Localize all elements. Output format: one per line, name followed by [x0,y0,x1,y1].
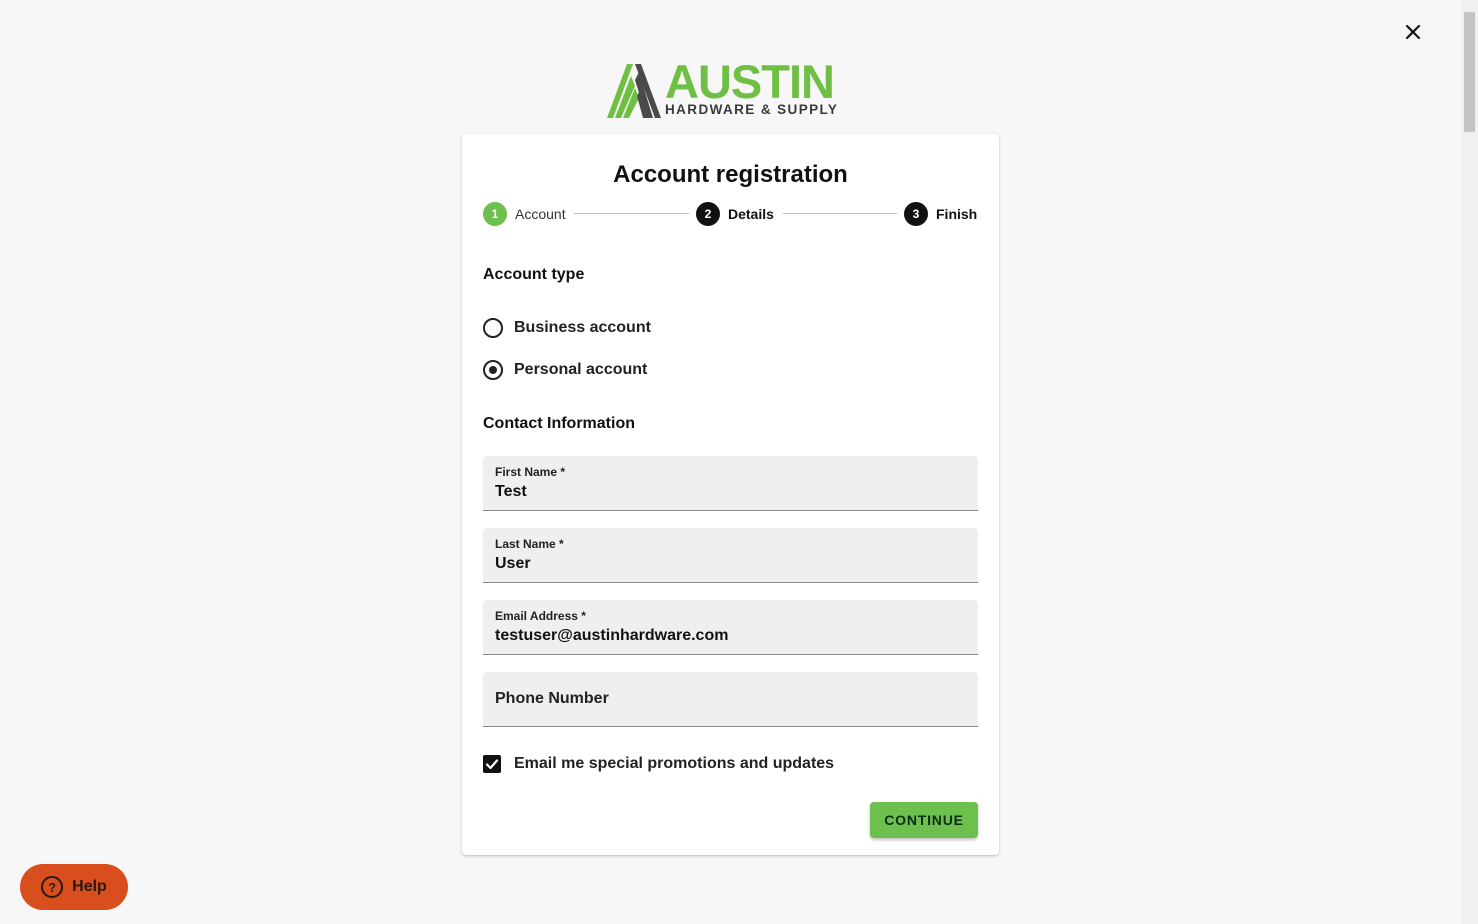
phone-number-placeholder[interactable]: Phone Number [495,690,609,708]
step-3-badge: 3 [904,202,928,226]
personal-account-option[interactable]: Personal account [483,360,647,380]
radio-button[interactable] [483,318,503,338]
phone-number-field[interactable]: Phone Number [483,672,978,727]
step-1-badge: 1 [483,202,507,226]
checkmark-icon [485,759,499,770]
logo-brand-text: AUSTIN [665,55,835,108]
first-name-field[interactable]: First Name * Test [483,456,978,511]
field-label: Last Name * [495,537,564,551]
contact-information-heading: Contact Information [483,415,635,432]
step-2-badge: 2 [696,202,720,226]
scrollbar-thumb[interactable] [1464,12,1475,132]
step-connector [574,213,689,214]
radio-label: Business account [514,319,651,336]
field-label: First Name * [495,465,566,479]
radio-button-selected[interactable] [483,360,503,380]
account-type-heading: Account type [483,266,585,283]
step-connector [783,213,897,214]
first-name-value[interactable]: Test [495,483,527,501]
logo-tagline: HARDWARE & SUPPLY [665,102,839,117]
page-scrollbar[interactable] [1461,0,1478,924]
continue-button[interactable]: CONTINUE [870,802,978,838]
austin-hardware-logo: AUSTIN HARDWARE & SUPPLY [605,58,857,122]
email-value[interactable]: testuser@austinhardware.com [495,627,728,645]
logo-mark-icon [607,64,661,118]
email-field[interactable]: Email Address * testuser@austinhardware.… [483,600,978,655]
last-name-field[interactable]: Last Name * User [483,528,978,583]
step-3-label: Finish [936,206,978,222]
business-account-option[interactable]: Business account [483,318,651,338]
page-title: Account registration [613,161,848,188]
step-1-label: Account [515,206,566,222]
help-label: Help [72,878,107,895]
last-name-value[interactable]: User [495,555,531,573]
registration-card: Account registration 1 Account 2 Details… [462,134,999,855]
radio-label: Personal account [514,361,648,378]
promotions-checkbox-row[interactable]: Email me special promotions and updates [483,755,834,773]
step-2-label: Details [728,206,774,222]
registration-stepper: 1 Account 2 Details 3 Finish [483,202,978,226]
question-circle-icon: ? [41,876,64,898]
promotions-label: Email me special promotions and updates [514,755,835,772]
promotions-checkbox[interactable] [483,755,501,773]
field-label: Email Address * [495,609,586,623]
close-icon [1405,24,1421,40]
help-button[interactable]: ? Help [20,864,128,910]
close-button[interactable] [1400,19,1426,45]
